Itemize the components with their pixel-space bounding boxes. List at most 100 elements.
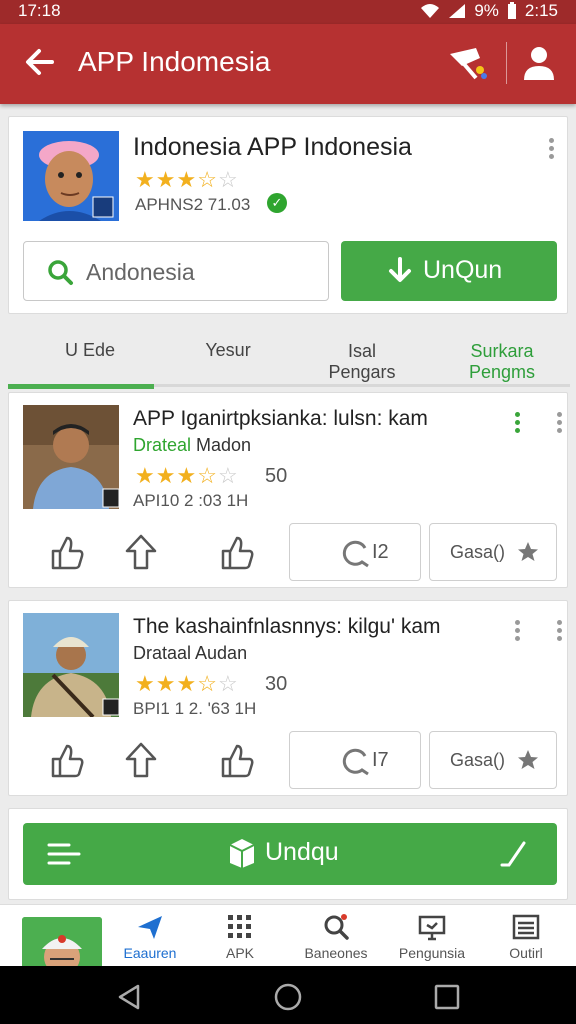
nav-item-apk[interactable]: APK <box>190 913 290 961</box>
status-time-left: 17:18 <box>18 1 61 20</box>
save-button[interactable]: Gasa() <box>429 731 557 789</box>
back-arrow-icon[interactable] <box>22 44 58 80</box>
profile-avatar[interactable] <box>22 917 102 969</box>
tab-ede[interactable]: U Ede <box>40 340 140 361</box>
bottom-nav: Eaauren APK Baneones Pengunsia Outirl <box>0 904 576 969</box>
rating-star: ☆ <box>197 167 218 192</box>
rating-star: ☆ <box>217 167 239 192</box>
download-button[interactable]: UnQun <box>341 241 557 301</box>
thumbs-up-icon[interactable] <box>49 741 85 779</box>
app-bar: APP Indomesia <box>0 24 576 104</box>
comment-count-button[interactable]: I2 <box>289 523 421 581</box>
app-bar-title: APP Indomesia <box>78 46 271 77</box>
grid-icon <box>228 915 251 938</box>
save-button-label: Gasa() <box>450 750 506 770</box>
app-bar-divider <box>506 42 507 84</box>
nav-item-pengunsia[interactable]: Pengunsia <box>382 913 482 961</box>
tab-active-indicator <box>8 384 154 389</box>
more-options-icon[interactable] <box>507 617 527 647</box>
search-icon <box>324 914 349 940</box>
star-icon <box>518 750 538 769</box>
status-bar: 17:18 9% 2:15 <box>0 0 576 24</box>
rating-star: ☆ <box>217 671 239 696</box>
big-download-button[interactable]: Undqu <box>23 823 557 885</box>
tab-yesur[interactable]: Yesur <box>178 340 278 361</box>
star-icon <box>518 542 538 561</box>
battery-icon <box>507 2 516 19</box>
send-icon <box>138 916 162 939</box>
download-icon <box>389 257 411 282</box>
tab-yesur-label: Yesur <box>205 340 251 360</box>
post-card[interactable]: The kashainfnlasnnys: kilgu' kam Drataal… <box>8 600 568 796</box>
signal-icon <box>449 4 466 18</box>
tab-underline <box>8 384 570 389</box>
post-rating-stars: ★★★☆☆ <box>135 671 239 697</box>
thumbs-up-outline-icon[interactable] <box>219 741 255 779</box>
thumbs-up-icon[interactable] <box>49 533 85 571</box>
verified-check-icon: ✓ <box>267 193 287 213</box>
megaphone-icon[interactable] <box>446 44 490 84</box>
more-options-icon[interactable] <box>549 617 569 647</box>
post-author: Drataal Audan <box>133 643 247 664</box>
recents-square-icon[interactable] <box>432 982 462 1012</box>
comment-count-button[interactable]: I7 <box>289 731 421 789</box>
home-circle-icon[interactable] <box>273 982 303 1012</box>
tab-pengars-label: Isal Pengars <box>328 341 396 382</box>
app-icon[interactable] <box>23 131 119 221</box>
more-options-green-icon[interactable] <box>507 409 527 439</box>
nav-label: Outirl <box>509 945 543 961</box>
comment-count: I7 <box>372 749 389 771</box>
tab-bar: U Ede Yesur Isal Pengars Surkara Pengms <box>0 316 576 388</box>
save-button[interactable]: Gasa() <box>429 523 557 581</box>
search-input[interactable]: Andonesia <box>23 241 329 301</box>
rating-star: ★ <box>135 671 156 696</box>
post-title[interactable]: APP Iganirtpksianka: lulsn: kam <box>133 407 428 431</box>
share-arrow-icon[interactable] <box>123 533 159 571</box>
thumbs-up-outline-icon[interactable] <box>219 533 255 571</box>
post-author-highlight: Drateal <box>133 435 192 455</box>
battery-level: 9% <box>474 1 499 20</box>
nav-label: Eaauren <box>123 945 177 961</box>
tab-ede-label: U Ede <box>64 340 116 360</box>
tab-pengars[interactable]: Isal Pengars <box>312 320 412 383</box>
app-rating-stars: ★★★☆☆ <box>135 167 239 193</box>
back-triangle-icon[interactable] <box>114 982 144 1012</box>
nav-item-outirl[interactable]: Outirl <box>476 913 576 961</box>
rating-star: ★ <box>155 167 177 192</box>
download-button-label: UnQun <box>423 256 503 284</box>
wifi-icon <box>421 4 440 18</box>
monitor-icon <box>418 915 446 941</box>
tab-pengms-label: Surkara Pengms <box>468 341 536 382</box>
rating-star: ☆ <box>217 463 239 488</box>
rating-star: ★ <box>176 463 198 488</box>
post-rating-count: 50 <box>265 465 288 487</box>
post-thumbnail[interactable] <box>23 405 119 509</box>
save-button-label: Gasa() <box>450 542 506 562</box>
share-arrow-icon[interactable] <box>123 741 159 779</box>
more-options-icon[interactable] <box>541 135 561 165</box>
post-author: Drateal Madon <box>133 435 251 456</box>
user-icon[interactable] <box>520 44 558 82</box>
big-download-label: Undqu <box>265 838 339 866</box>
search-icon <box>48 260 73 285</box>
post-rating-count: 30 <box>265 673 288 695</box>
nav-item-eaauren[interactable]: Eaauren <box>100 913 200 961</box>
nav-item-baneones[interactable]: Baneones <box>286 913 386 961</box>
status-time-right: 2:15 <box>524 1 558 20</box>
post-thumbnail[interactable] <box>23 613 119 717</box>
menu-lines-icon <box>47 843 81 865</box>
more-options-icon[interactable] <box>549 409 569 439</box>
post-card[interactable]: APP Iganirtpksianka: lulsn: kam Drateal … <box>8 392 568 588</box>
post-title[interactable]: The kashainfnlasnnys: kilgu' kam <box>133 615 441 639</box>
tab-pengms[interactable]: Surkara Pengms <box>452 320 552 383</box>
rating-star: ★ <box>176 671 198 696</box>
search-input-value: Andonesia <box>86 259 195 285</box>
post-author-rest: Drataal Audan <box>133 643 248 663</box>
app-header-card: Indonesia APP Indonesia ★★★☆☆ APHNS2 71.… <box>8 116 568 314</box>
comment-count: I2 <box>372 541 389 563</box>
app-title: Indonesia APP Indonesia <box>133 133 412 161</box>
check-icon <box>500 841 526 867</box>
app-version: APHNS2 71.03 <box>135 195 251 214</box>
post-date: API10 2 :03 1H <box>133 491 249 510</box>
nav-label: APK <box>225 945 254 961</box>
